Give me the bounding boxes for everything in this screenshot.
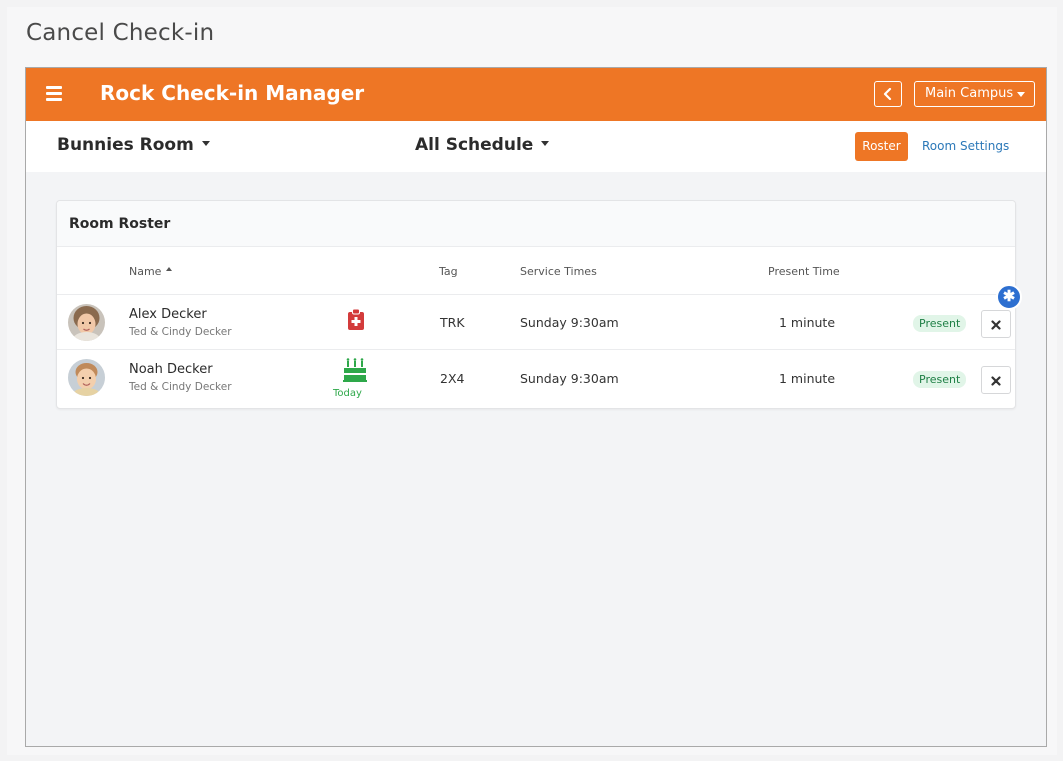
service-time-cell: Sunday 9:30am bbox=[520, 371, 619, 386]
birthday-label: Today bbox=[333, 388, 362, 399]
caret-down-icon bbox=[1017, 92, 1025, 97]
tag-cell: 2X4 bbox=[440, 371, 465, 386]
column-header-present-time: Present Time bbox=[768, 265, 840, 278]
column-header-name-label: Name bbox=[129, 265, 162, 278]
caret-down-icon bbox=[201, 140, 210, 146]
present-time-cell: 1 minute bbox=[779, 315, 836, 330]
avatar bbox=[68, 359, 105, 396]
room-picker-label: Bunnies Room bbox=[57, 135, 194, 155]
sort-ascending-icon bbox=[166, 267, 173, 271]
person-name[interactable]: Noah Decker bbox=[129, 362, 213, 377]
panel-header: Room Roster bbox=[57, 201, 1015, 247]
page-caption: Cancel Check-in bbox=[26, 20, 215, 46]
room-picker[interactable]: Bunnies Room bbox=[57, 135, 210, 155]
column-header-service-times: Service Times bbox=[520, 265, 597, 278]
campus-select[interactable]: Main Campus bbox=[914, 81, 1035, 107]
table-row: Noah Decker Ted & Cindy Decker Today 2X4 bbox=[57, 350, 1015, 405]
roster-button[interactable]: Roster bbox=[855, 132, 908, 161]
close-icon bbox=[991, 376, 1001, 386]
table-row: Alex Decker Ted & Cindy Decker TRK Sunda… bbox=[57, 284, 1022, 350]
schedule-picker-label: All Schedule bbox=[415, 135, 534, 155]
person-parents: Ted & Cindy Decker bbox=[129, 326, 232, 338]
caret-down-icon bbox=[541, 140, 550, 146]
schedule-picker[interactable]: All Schedule bbox=[415, 135, 550, 155]
chevron-left-icon bbox=[883, 87, 892, 101]
room-settings-link[interactable]: Room Settings bbox=[922, 139, 1009, 153]
app-title: Rock Check-in Manager bbox=[100, 81, 365, 105]
top-navbar: Rock Check-in Manager Main Campus bbox=[26, 68, 1046, 121]
medical-clipboard-icon bbox=[348, 308, 364, 335]
cancel-checkin-button[interactable] bbox=[981, 310, 1011, 338]
avatar bbox=[68, 304, 105, 341]
asterisk-marker-icon: ✱ bbox=[996, 284, 1022, 310]
panel-title: Room Roster bbox=[69, 216, 171, 232]
birthday-cake-icon bbox=[343, 358, 367, 389]
status-badge: Present bbox=[913, 315, 967, 332]
person-name[interactable]: Alex Decker bbox=[129, 307, 207, 322]
cancel-checkin-button[interactable] bbox=[981, 366, 1011, 394]
status-badge: Present bbox=[913, 371, 967, 388]
tag-cell: TRK bbox=[440, 315, 465, 330]
app-window: Rock Check-in Manager Main Campus Bunnie… bbox=[25, 67, 1047, 747]
service-time-cell: Sunday 9:30am bbox=[520, 315, 619, 330]
room-toolbar: Bunnies Room All Schedule Roster Room Se… bbox=[26, 121, 1046, 172]
hamburger-menu-icon[interactable] bbox=[46, 86, 62, 101]
close-icon bbox=[991, 320, 1001, 330]
person-parents: Ted & Cindy Decker bbox=[129, 381, 232, 393]
present-time-cell: 1 minute bbox=[779, 371, 836, 386]
back-button[interactable] bbox=[874, 81, 902, 107]
column-header-name[interactable]: Name bbox=[129, 265, 173, 278]
room-roster-panel: Room Roster Name Tag Service Times Prese… bbox=[56, 200, 1022, 409]
campus-select-label: Main Campus bbox=[925, 86, 1014, 101]
column-header-tag: Tag bbox=[439, 265, 458, 278]
